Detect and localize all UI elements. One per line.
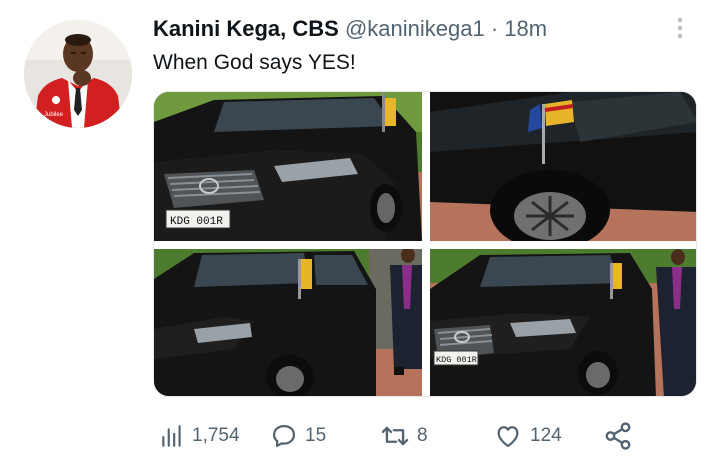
author-avatar[interactable]: Jubilee: [24, 20, 132, 128]
car-front-image: KDG 001R: [154, 92, 422, 241]
license-plate-2: KDG 001R: [436, 355, 477, 365]
tweet-timestamp[interactable]: 18m: [504, 16, 547, 41]
share-button[interactable]: [603, 416, 633, 456]
car-front-man-image: KDG 001R: [430, 249, 696, 396]
tweet-text: When God says YES!: [153, 51, 356, 74]
media-photo-3[interactable]: [154, 249, 422, 396]
license-plate-1: KDG 001R: [170, 216, 223, 228]
bar-chart-icon: [162, 425, 181, 447]
separator-dot: ·: [490, 16, 499, 41]
heart-icon: [497, 426, 519, 448]
media-photo-4[interactable]: KDG 001R: [430, 249, 696, 396]
author-handle[interactable]: @kaninikega1: [345, 16, 485, 41]
reply-count: 15: [305, 425, 327, 446]
media-photo-2[interactable]: [430, 92, 696, 241]
reply-button[interactable]: 15: [270, 416, 326, 456]
three-dots-vertical-icon[interactable]: [664, 12, 696, 44]
views-count: 1,754: [192, 425, 240, 446]
like-count: 124: [530, 425, 562, 446]
retweet-arrows-icon: [381, 426, 409, 446]
tweet-header: Kanini Kega, CBS @kaninikega1 · 18m: [153, 14, 547, 44]
speech-bubble-icon: [272, 424, 296, 448]
car-side-flag-image: [430, 92, 696, 241]
retweet-count: 8: [417, 425, 428, 446]
like-button[interactable]: 124: [493, 416, 562, 456]
avatar-badge-text: Jubilee: [44, 112, 64, 118]
media-grid: KDG 001R KDG 001R: [153, 91, 697, 397]
tweet-actions-bar: 1,754 15 8 124: [153, 416, 693, 456]
views-button[interactable]: 1,754: [159, 416, 240, 456]
media-photo-1[interactable]: KDG 001R: [154, 92, 422, 241]
author-name[interactable]: Kanini Kega, CBS: [153, 16, 339, 41]
share-nodes-icon: [605, 422, 631, 450]
avatar-portrait: Jubilee: [24, 20, 132, 128]
car-side-man-image: [154, 249, 422, 396]
retweet-button[interactable]: 8: [380, 416, 428, 456]
